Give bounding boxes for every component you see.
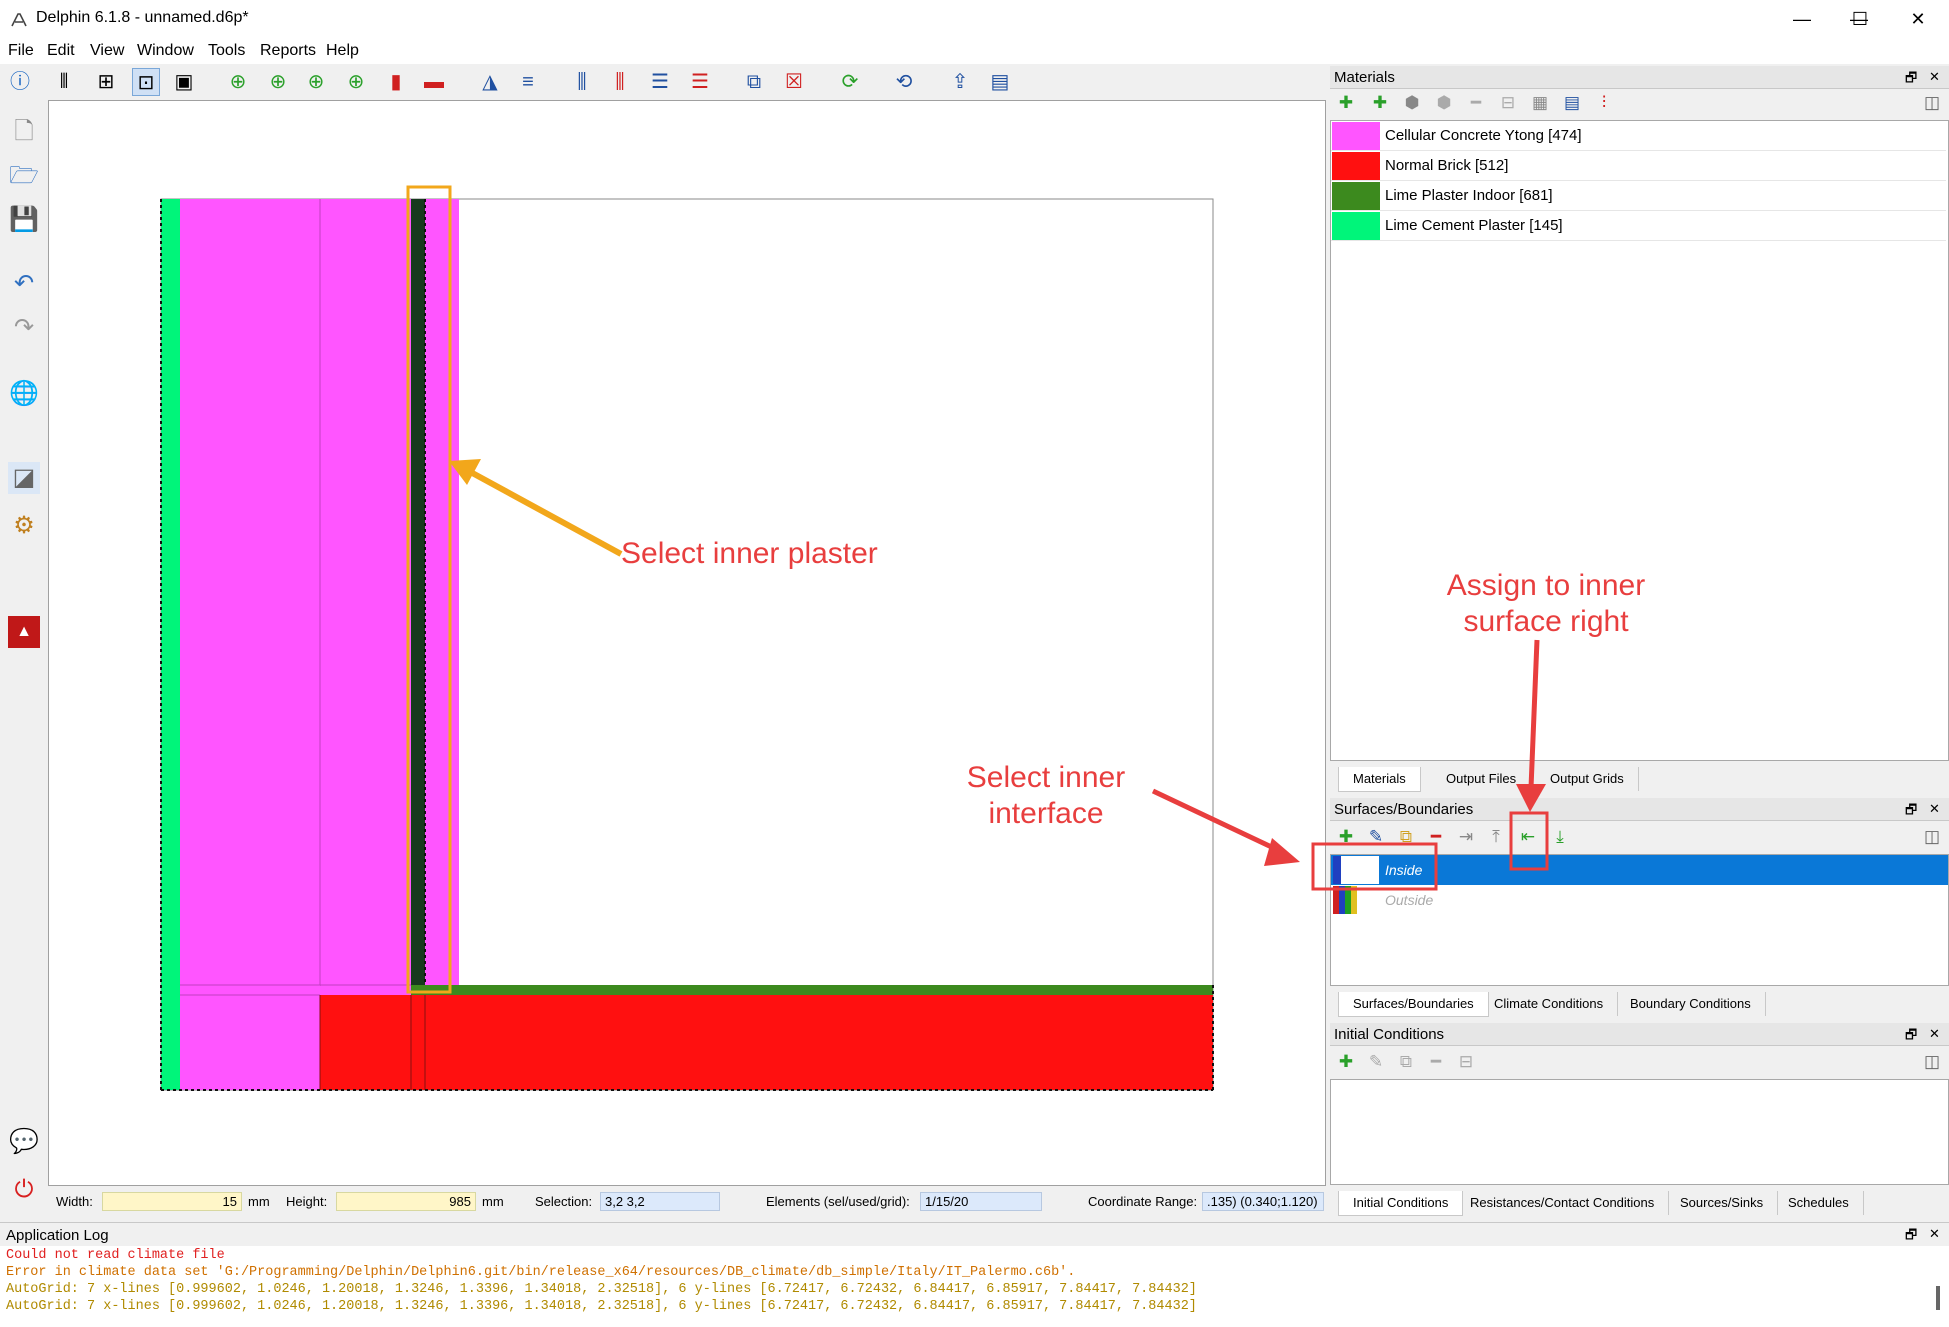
annotation-assign-1: Assign to inner — [1446, 569, 1646, 602]
annotation-assign-2: surface right — [1463, 605, 1629, 638]
annotation-overlay — [1151, 639, 1549, 891]
annotation-select-interface-2: interface — [988, 797, 1104, 830]
annotation-select-interface-1: Select inner — [966, 761, 1126, 794]
